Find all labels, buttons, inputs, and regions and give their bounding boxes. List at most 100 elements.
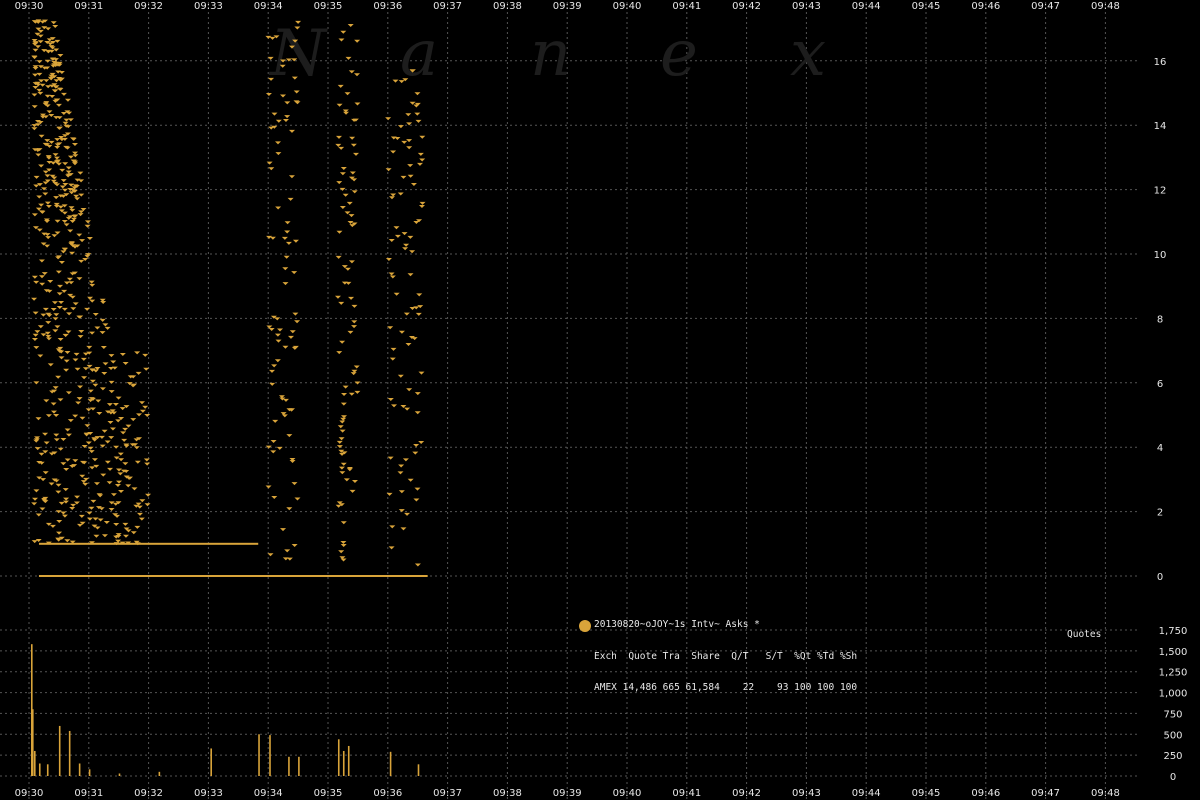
x-tick-label-bottom: 09:33 [194, 788, 223, 799]
ask-mark [414, 563, 421, 567]
ask-mark [52, 99, 59, 103]
ask-mark [122, 362, 129, 366]
ask-mark [410, 183, 417, 187]
ask-mark [55, 483, 62, 487]
ask-mark [53, 413, 60, 417]
ask-mark [354, 73, 361, 77]
ask-mark [418, 440, 425, 444]
ask-mark [84, 307, 91, 311]
ask-mark [350, 143, 357, 147]
ask-mark [125, 424, 132, 428]
ask-mark [387, 456, 394, 460]
ask-mark [66, 111, 73, 115]
ask-mark [88, 506, 95, 510]
volume-bar [258, 734, 260, 776]
ask-mark [57, 284, 64, 288]
ask-mark [398, 509, 405, 513]
ask-mark [97, 494, 104, 498]
ask-mark [57, 88, 64, 92]
ask-mark [281, 236, 288, 240]
y-tick-label: 2 [1157, 508, 1163, 519]
ask-mark [75, 401, 82, 405]
ask-mark [53, 433, 60, 437]
ask-mark [133, 438, 140, 442]
ask-mark [386, 492, 393, 496]
ask-mark [60, 250, 67, 254]
ask-mark [40, 313, 47, 317]
legend: 20130820~oJOY~1s Intv~ Asks * Exch Quote… [579, 599, 857, 715]
ask-mark [32, 67, 39, 71]
volume-bar [33, 750, 36, 776]
ask-mark [88, 450, 95, 454]
ask-mark [32, 85, 39, 89]
ask-mark [109, 427, 116, 431]
ask-mark [419, 158, 426, 162]
ask-mark [47, 363, 54, 367]
ask-mark [54, 143, 61, 147]
ask-mark [65, 391, 72, 395]
ask-mark [392, 79, 399, 83]
x-tick-label-top: 09:36 [373, 1, 402, 12]
ask-mark [403, 243, 410, 247]
ask-mark [48, 482, 55, 486]
x-tick-label-top: 09:37 [433, 1, 462, 12]
ask-mark [99, 318, 106, 322]
ask-mark [57, 398, 64, 402]
ask-mark [60, 462, 67, 466]
ask-mark [121, 438, 128, 442]
volume-bar [389, 751, 392, 776]
ask-mark [286, 557, 293, 561]
ask-mark [44, 331, 51, 335]
x-tick-label-top: 09:38 [493, 1, 522, 12]
ask-mark [35, 207, 42, 211]
ask-mark [416, 293, 423, 297]
ask-mark [405, 113, 412, 117]
ask-mark [343, 478, 350, 482]
ask-mark [58, 501, 65, 505]
ask-level-band [38, 542, 259, 545]
ask-mark [61, 220, 68, 224]
volume-tick-label: 1,750 [1159, 626, 1188, 637]
ask-mark [54, 231, 61, 235]
ask-mark [390, 193, 397, 197]
ask-mark [397, 192, 404, 196]
ask-mark [125, 484, 132, 488]
y-tick-label: 6 [1157, 379, 1163, 390]
ask-mark [72, 302, 79, 306]
ask-mark [52, 89, 59, 93]
ask-mark [284, 115, 291, 119]
ask-mark [293, 90, 300, 94]
ask-mark [143, 367, 150, 371]
ask-mark [70, 137, 77, 141]
ask-mark [118, 458, 125, 462]
ask-mark [78, 193, 85, 197]
ask-mark [77, 171, 84, 175]
x-tick-label-bottom: 09:41 [672, 788, 701, 799]
ask-mark [406, 388, 413, 392]
ask-mark [339, 206, 346, 210]
ask-mark [63, 281, 70, 285]
ask-mark [350, 372, 357, 376]
ask-mark [58, 356, 65, 360]
ask-mark [344, 211, 351, 215]
ask-mark [398, 490, 405, 494]
ask-mark [269, 369, 276, 373]
ask-mark [292, 312, 299, 316]
ask-mark [74, 495, 81, 499]
ask-mark [36, 60, 43, 64]
ask-mark [64, 428, 71, 432]
x-tick-label-bottom: 09:36 [373, 788, 402, 799]
ask-mark [70, 503, 77, 507]
ask-mark [33, 175, 40, 179]
ask-mark [49, 524, 56, 528]
ask-mark [388, 272, 395, 276]
ask-mark [51, 176, 58, 180]
ask-mark [336, 230, 343, 234]
volume-bar [158, 771, 161, 776]
ask-mark [294, 320, 301, 324]
ask-mark [294, 497, 301, 501]
ask-mark [60, 92, 67, 96]
ask-mark [88, 280, 95, 284]
x-tick-label-bottom: 09:38 [493, 788, 522, 799]
ask-mark [339, 429, 346, 433]
